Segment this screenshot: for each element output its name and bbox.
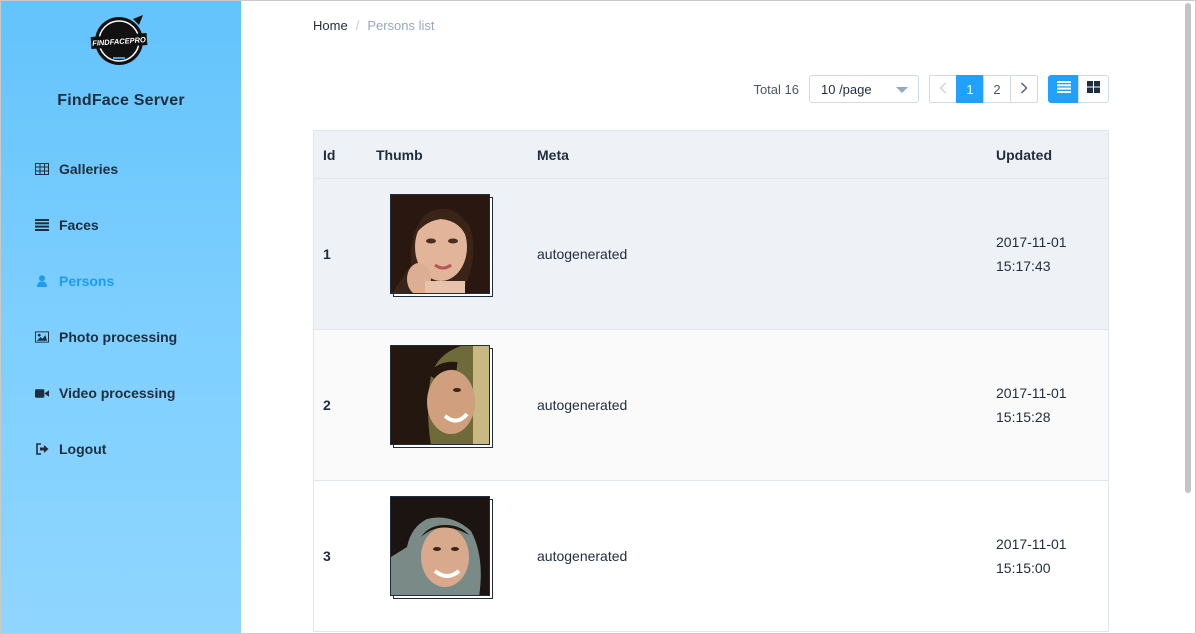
sidebar-item-label: Photo processing [59, 329, 178, 345]
updated-time: 15:17:43 [996, 258, 1051, 274]
user-icon [35, 274, 49, 288]
breadcrumb-home-link[interactable]: Home [313, 18, 348, 33]
person-thumbnail[interactable] [390, 496, 494, 600]
image-icon [35, 330, 49, 344]
row-meta: autogenerated [537, 548, 628, 564]
main-content: Home / Persons list Total 16 10 /page 1 … [241, 1, 1185, 633]
sidebar-item-label: Faces [59, 217, 99, 233]
row-updated: 2017-11-01 15:15:00 [996, 532, 1067, 580]
column-header-id[interactable]: Id [323, 147, 335, 163]
updated-time: 15:15:28 [996, 409, 1051, 425]
sidebar-item-label: Logout [59, 441, 107, 457]
person-thumbnail[interactable] [390, 345, 494, 449]
row-updated: 2017-11-01 15:15:28 [996, 381, 1067, 429]
breadcrumb: Home / Persons list [313, 18, 435, 33]
page-button-1[interactable]: 1 [956, 75, 984, 103]
sidebar: FINDFACEPRO FindFace Server Galleries Fa… [1, 1, 241, 633]
prev-page-button[interactable] [929, 75, 957, 103]
total-count: Total 16 [753, 81, 799, 97]
sidebar-item-label: Galleries [59, 161, 119, 177]
table-row[interactable]: 3 autogenerated 2017-11-01 15:15:00 [314, 481, 1108, 632]
vertical-scrollbar[interactable] [1183, 1, 1193, 633]
findface-logo[interactable]: FINDFACEPRO [89, 13, 149, 69]
logout-icon [35, 442, 49, 456]
column-header-thumb[interactable]: Thumb [376, 147, 423, 163]
updated-date: 2017-11-01 [996, 234, 1067, 250]
row-updated: 2017-11-01 15:17:43 [996, 230, 1067, 278]
list-icon [35, 218, 49, 232]
column-header-meta[interactable]: Meta [537, 147, 569, 163]
sidebar-item-video-processing[interactable]: Video processing [1, 365, 241, 421]
breadcrumb-current: Persons list [367, 18, 435, 33]
page-button-2[interactable]: 2 [983, 75, 1011, 103]
sidebar-item-faces[interactable]: Faces [1, 197, 241, 253]
updated-date: 2017-11-01 [996, 385, 1067, 401]
updated-date: 2017-11-01 [996, 536, 1067, 552]
sidebar-item-logout[interactable]: Logout [1, 421, 241, 477]
next-page-button[interactable] [1010, 75, 1038, 103]
video-camera-icon [35, 386, 49, 400]
sidebar-item-label: Video processing [59, 385, 176, 401]
row-id: 1 [323, 246, 331, 262]
row-meta: autogenerated [537, 397, 628, 413]
scrollbar-thumb[interactable] [1185, 3, 1191, 493]
page-size-select[interactable]: 10 /page [809, 75, 919, 103]
list-view-button[interactable] [1048, 75, 1079, 103]
view-toggle [1048, 75, 1109, 103]
app-window: FINDFACEPRO FindFace Server Galleries Fa… [0, 0, 1196, 634]
page-size-value: 10 /page [821, 81, 872, 97]
chevron-left-icon [939, 82, 947, 97]
table-row[interactable]: 2 autogenerated 2017-11-01 15:15:28 [314, 330, 1108, 481]
list-view-icon [1056, 80, 1071, 98]
table-header: Id Thumb Meta Updated [314, 131, 1108, 179]
table-row[interactable]: 1 autogenerated 2017-11-01 15:17:43 [314, 179, 1108, 330]
table-icon [35, 162, 49, 176]
grid-view-button[interactable] [1078, 75, 1109, 103]
grid-view-icon [1087, 80, 1100, 98]
row-id: 3 [323, 548, 331, 564]
sidebar-item-galleries[interactable]: Galleries [1, 141, 241, 197]
sidebar-item-persons[interactable]: Persons [1, 253, 241, 309]
app-brand-title: FindFace Server [57, 92, 185, 109]
pagination: 1 2 [929, 75, 1038, 103]
sidebar-item-label: Persons [59, 273, 115, 289]
sidebar-item-photo-processing[interactable]: Photo processing [1, 309, 241, 365]
updated-time: 15:15:00 [996, 560, 1051, 576]
column-header-updated[interactable]: Updated [996, 147, 1052, 163]
row-meta: autogenerated [537, 246, 628, 262]
row-id: 2 [323, 397, 331, 413]
list-toolbar: Total 16 10 /page 1 2 [753, 75, 1109, 103]
breadcrumb-separator: / [355, 18, 360, 33]
person-thumbnail[interactable] [390, 194, 494, 298]
caret-down-icon [896, 87, 908, 93]
persons-table: Id Thumb Meta Updated 1 autogenerated 20… [313, 130, 1109, 632]
chevron-right-icon [1020, 82, 1028, 97]
